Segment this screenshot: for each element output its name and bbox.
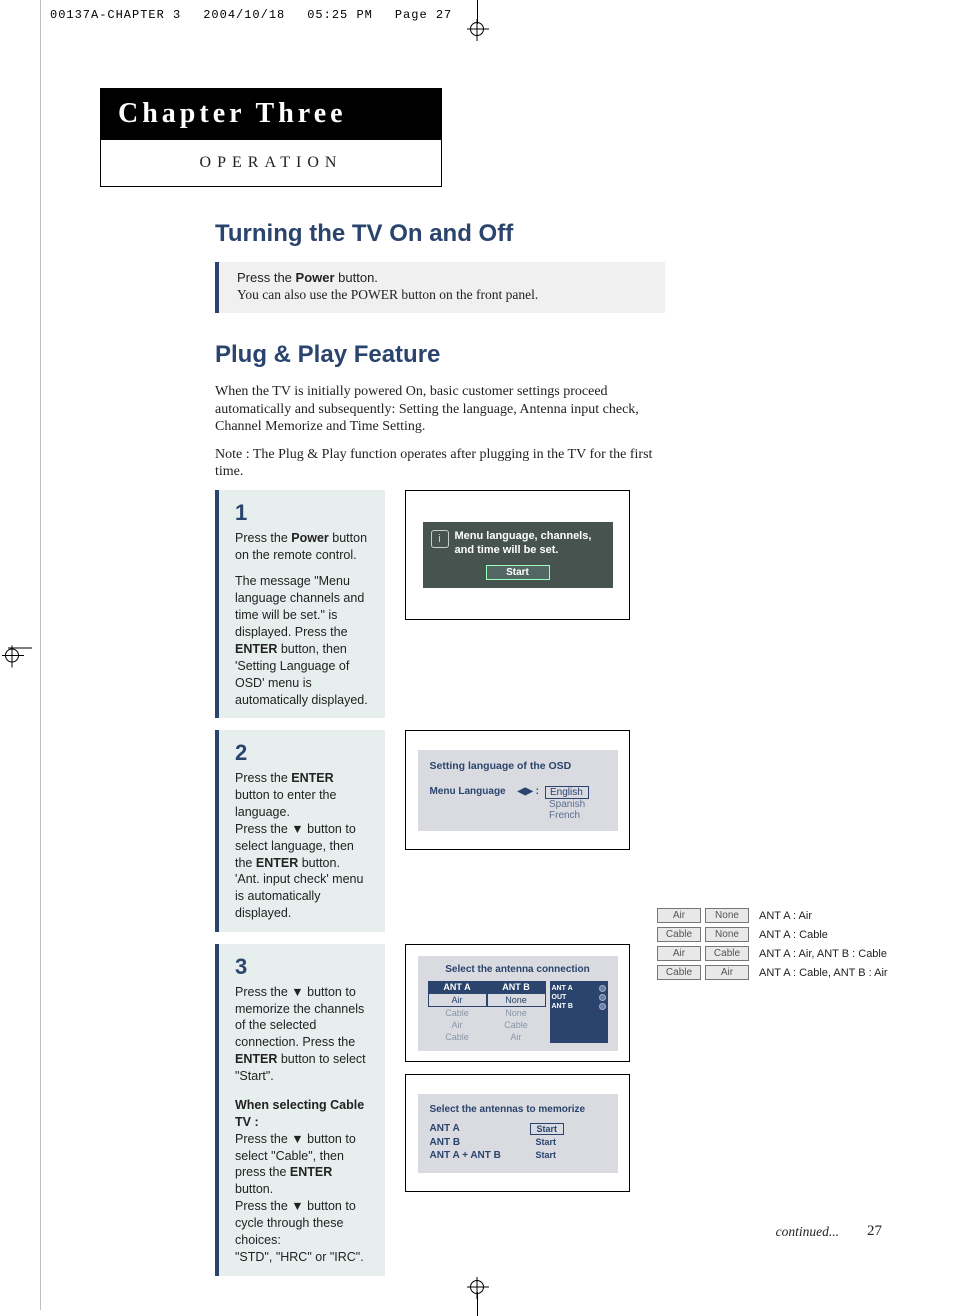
osd3-row-1[interactable]: CableNone [428, 1007, 546, 1019]
osd1-start-button[interactable]: Start [486, 565, 550, 580]
step3-figure-b: Select the antennas to memorize ANT ASta… [405, 1074, 630, 1192]
legend-row-1: CableNone ANT A : Cable [657, 927, 888, 942]
osd2-opt-english[interactable]: English [545, 786, 589, 799]
osd2-options: English Spanish French [545, 786, 589, 821]
antenna-legend: AirNone ANT A : Air CableNone ANT A : Ca… [657, 908, 888, 984]
section1-line1: Press the Power button. [237, 270, 653, 285]
page-number: 27 [867, 1223, 882, 1240]
osd-panel-start: i Menu language, channels, and time will… [423, 522, 613, 587]
section2-heading: Plug & Play Feature [215, 341, 665, 369]
registration-mark-left [8, 648, 32, 663]
legend-row-0: AirNone ANT A : Air [657, 908, 888, 923]
legend-row-2: AirCable ANT A : Air, ANT B : Cable [657, 946, 888, 961]
chapter-title: Chapter Three [100, 88, 442, 140]
meta-page: Page 27 [395, 8, 452, 22]
step3-num: 3 [235, 952, 371, 982]
info-icon: i [431, 530, 449, 548]
trim-line-left [40, 0, 41, 1310]
step2-text: 2 Press the ENTER button to enter the la… [215, 730, 385, 932]
osd2-label: Menu Language [430, 786, 518, 797]
osd3-row-2[interactable]: AirCable [428, 1019, 546, 1031]
osd4-row-2[interactable]: ANT A + ANT BStart [430, 1150, 606, 1161]
meta-date: 2004/10/18 [203, 8, 285, 22]
step1-figure: i Menu language, channels, and time will… [405, 490, 630, 620]
step-3: 3 Press the ▼ button to memorize the cha… [215, 944, 630, 1276]
steps: 1 Press the Power button on the remote c… [215, 490, 630, 1276]
step1-num: 1 [235, 498, 371, 528]
osd3-table: ANT AANT B AirNone CableNone AirCable Ca… [428, 981, 546, 1043]
chapter-header: Chapter Three OPERATION [100, 88, 442, 187]
osd-panel-memorize: Select the antennas to memorize ANT ASta… [418, 1094, 618, 1173]
step3-figures: Select the antenna connection ANT AANT B… [405, 944, 630, 1204]
step2-num: 2 [235, 738, 371, 768]
step-2: 2 Press the ENTER button to enter the la… [215, 730, 630, 932]
print-meta: 00137A-CHAPTER 3 2004/10/18 05:25 PM Pag… [50, 8, 474, 22]
section1-intro: Press the Power button. You can also use… [215, 262, 665, 313]
chapter-subtitle-box: OPERATION [100, 140, 442, 187]
arrows-icon: ◀▶ : [518, 786, 540, 797]
osd4-title: Select the antennas to memorize [430, 1104, 606, 1115]
osd3-row-3[interactable]: CableAir [428, 1031, 546, 1043]
continued-label: continued... [776, 1224, 839, 1240]
osd2-opt-spanish[interactable]: Spanish [545, 799, 589, 810]
content-column: Turning the TV On and Off Press the Powe… [215, 220, 665, 499]
osd-panel-antenna-connection: Select the antenna connection ANT AANT B… [418, 956, 618, 1051]
section1-heading: Turning the TV On and Off [215, 220, 665, 248]
section2-desc: When the TV is initially powered On, bas… [215, 383, 665, 436]
osd2-title: Setting language of the OSD [430, 760, 606, 772]
registration-mark-bottom [470, 1282, 484, 1316]
step2-figure: Setting language of the OSD Menu Languag… [405, 730, 630, 850]
antenna-diagram-icon: ANT A OUT ANT B [550, 981, 608, 1043]
registration-mark-top [470, 0, 484, 34]
section2-note: Note : The Plug & Play function operates… [215, 446, 665, 481]
cable-heading: When selecting Cable TV : [235, 1097, 371, 1131]
step-1: 1 Press the Power button on the remote c… [215, 490, 630, 718]
osd3-row-0[interactable]: AirNone [428, 993, 546, 1007]
meta-file: 00137A-CHAPTER 3 [50, 8, 181, 22]
osd4-row-0[interactable]: ANT AStart [430, 1123, 606, 1135]
chapter-subtitle: OPERATION [200, 154, 343, 171]
step3-figure-a: Select the antenna connection ANT AANT B… [405, 944, 630, 1062]
meta-time: 05:25 PM [307, 8, 373, 22]
legend-row-3: CableAir ANT A : Cable, ANT B : Air [657, 965, 888, 980]
osd2-opt-french[interactable]: French [545, 810, 589, 821]
osd-panel-language: Setting language of the OSD Menu Languag… [418, 750, 618, 831]
section1-line2: You can also use the POWER button on the… [237, 287, 653, 303]
step1-text: 1 Press the Power button on the remote c… [215, 490, 385, 718]
page: { "print_meta": { "file": "00137A-CHAPTE… [0, 0, 954, 1310]
osd1-text: Menu language, channels, and time will b… [455, 530, 605, 556]
step3-text: 3 Press the ▼ button to memorize the cha… [215, 944, 385, 1276]
osd3-title: Select the antenna connection [428, 964, 608, 975]
osd4-row-1[interactable]: ANT BStart [430, 1137, 606, 1148]
